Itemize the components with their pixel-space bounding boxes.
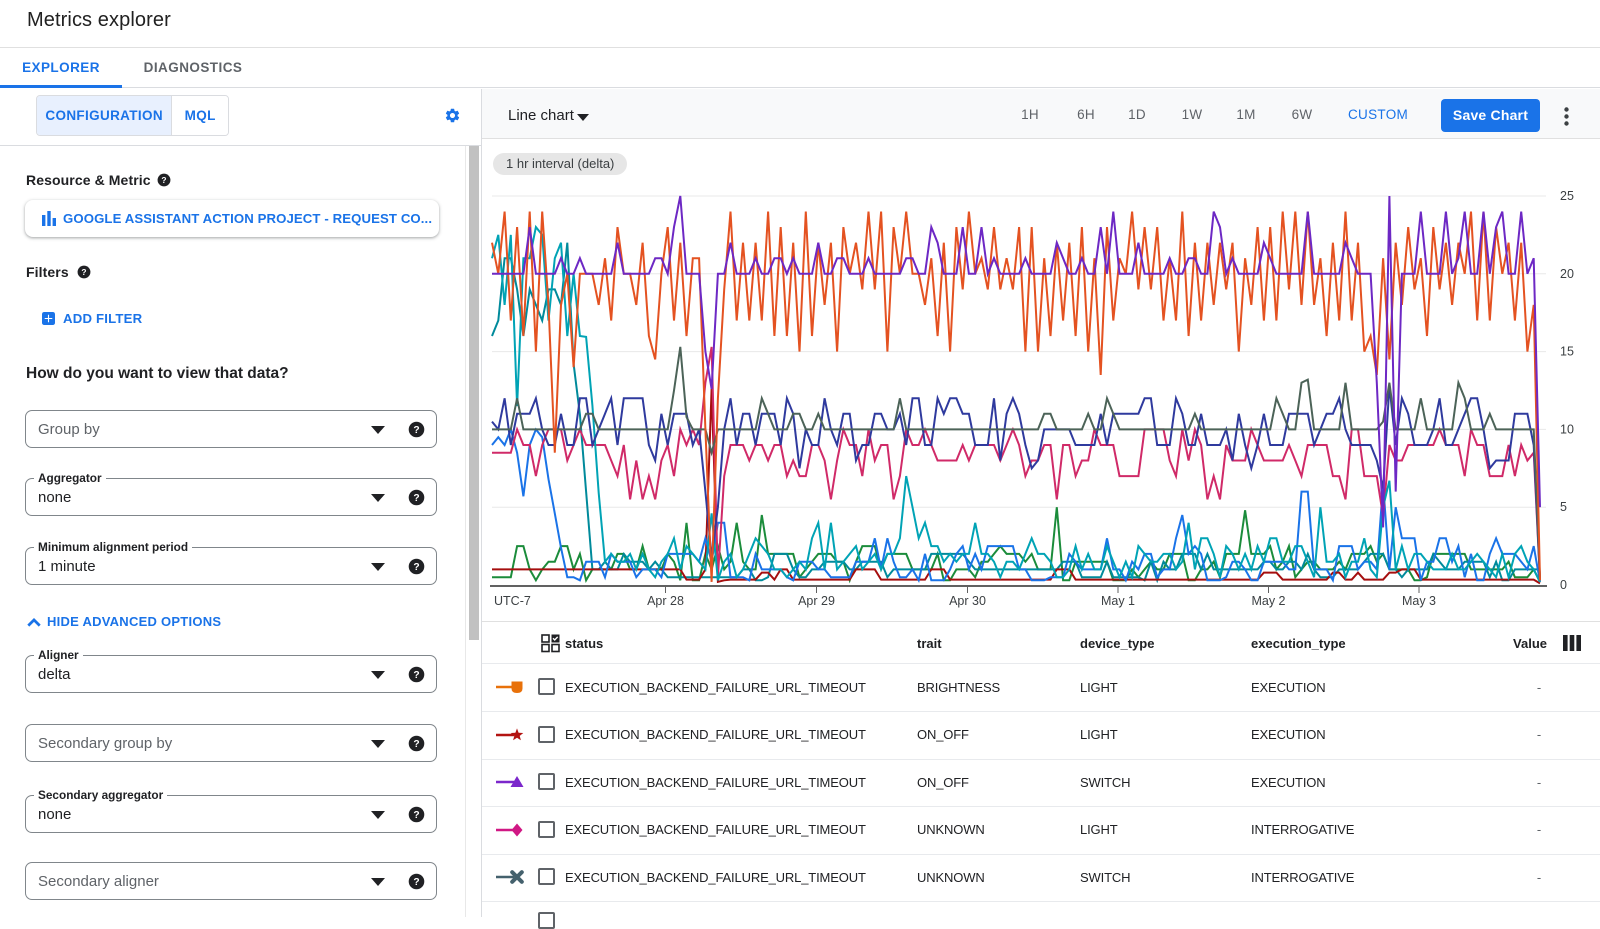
svg-text:Apr 28: Apr 28 [647, 594, 684, 608]
svg-text:15: 15 [1560, 345, 1574, 359]
svg-text:UTC-7: UTC-7 [494, 594, 531, 608]
svg-text:May 2: May 2 [1251, 594, 1285, 608]
svg-text:?: ? [413, 562, 419, 573]
svg-text:May 3: May 3 [1402, 594, 1436, 608]
svg-text:?: ? [413, 670, 419, 681]
svg-text:?: ? [413, 877, 419, 888]
svg-text:Apr 30: Apr 30 [949, 594, 986, 608]
svg-text:25: 25 [1560, 189, 1574, 203]
svg-text:May 1: May 1 [1101, 594, 1135, 608]
svg-text:?: ? [161, 175, 166, 185]
svg-text:?: ? [413, 493, 419, 504]
svg-text:20: 20 [1560, 267, 1574, 281]
svg-text:5: 5 [1560, 500, 1567, 514]
svg-text:0: 0 [1560, 578, 1567, 592]
svg-text:Apr 29: Apr 29 [798, 594, 835, 608]
svg-text:?: ? [413, 810, 419, 821]
svg-text:?: ? [413, 425, 419, 436]
svg-text:?: ? [81, 267, 86, 277]
svg-text:?: ? [413, 739, 419, 750]
svg-text:10: 10 [1560, 422, 1574, 436]
